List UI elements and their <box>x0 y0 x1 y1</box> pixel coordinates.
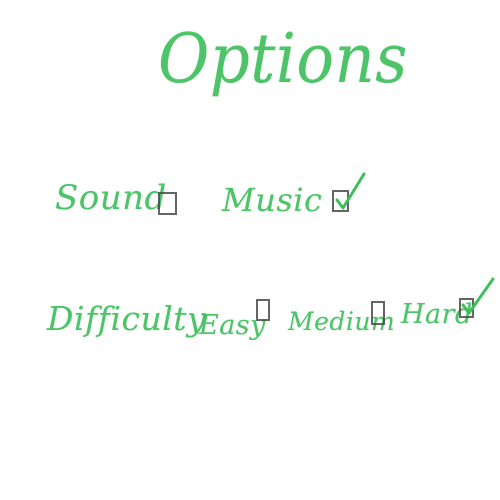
difficulty-hard-checkbox[interactable] <box>459 298 474 318</box>
music-checkbox[interactable] <box>332 190 349 212</box>
difficulty-label: Difficulty <box>47 299 207 338</box>
difficulty-easy-checkbox[interactable] <box>256 299 270 321</box>
music-label: Music <box>222 181 323 219</box>
page-title: Options <box>158 20 408 99</box>
difficulty-medium-checkbox[interactable] <box>371 301 385 325</box>
sound-label: Sound <box>55 178 167 218</box>
sound-checkbox[interactable] <box>158 192 177 215</box>
